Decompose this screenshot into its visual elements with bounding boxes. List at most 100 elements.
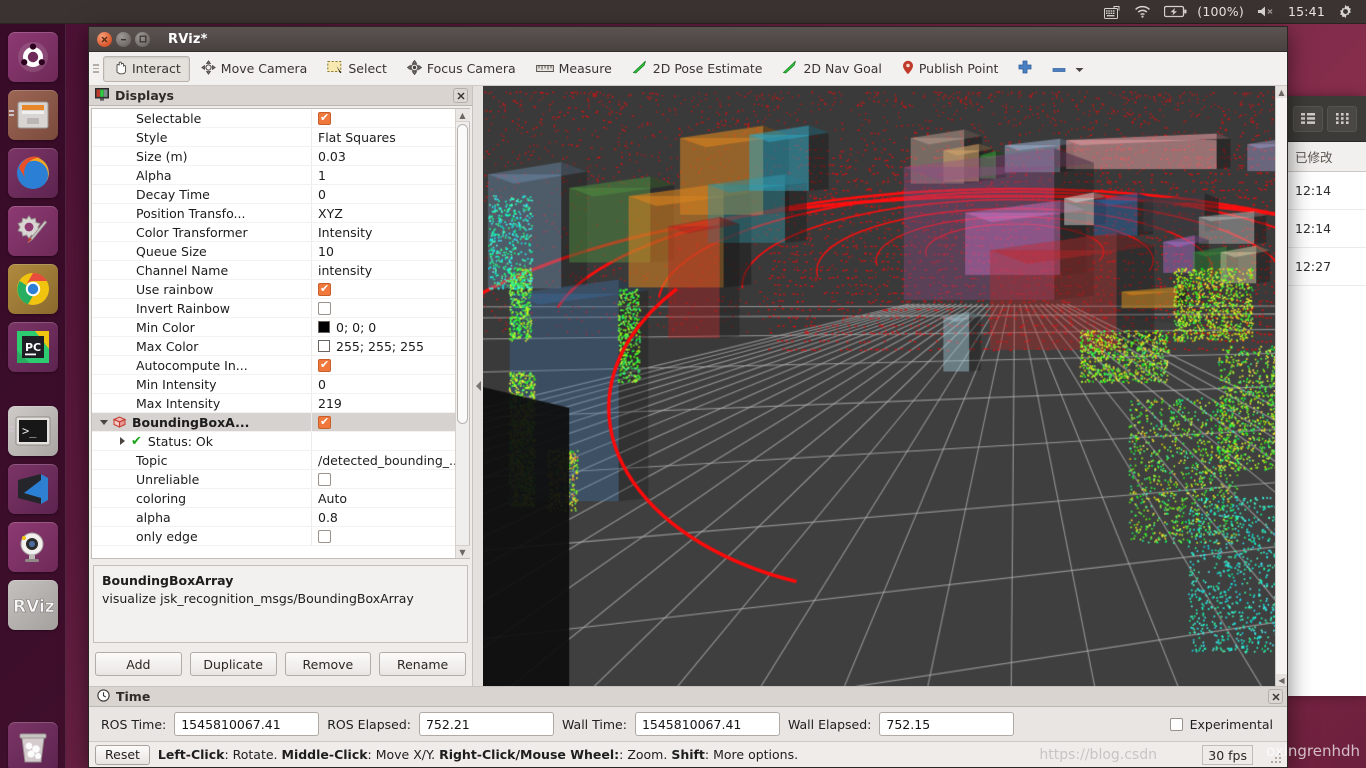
chevron-right-icon[interactable]	[120, 437, 125, 445]
add-tool-button[interactable]	[1009, 56, 1041, 82]
experimental-checkbox[interactable]	[1170, 718, 1183, 731]
window-titlebar[interactable]: RViz*	[89, 27, 1287, 52]
launcher-item-trash[interactable]	[8, 722, 58, 768]
chevron-down-icon[interactable]	[100, 420, 108, 425]
launcher-item-cheese-webcam[interactable]	[8, 522, 58, 572]
minimize-icon[interactable]	[116, 32, 131, 47]
property-row[interactable]: Max Color 255; 255; 255	[92, 337, 455, 356]
property-row[interactable]: Style Flat Squares	[92, 128, 455, 147]
experimental-toggle[interactable]: Experimental	[1170, 717, 1279, 732]
property-row[interactable]: alpha 0.8	[92, 508, 455, 527]
ros-elapsed-input[interactable]: 752.21	[419, 712, 554, 736]
launcher-item-firefox[interactable]	[8, 148, 58, 198]
close-icon[interactable]	[97, 32, 112, 47]
property-value-cell[interactable]: Flat Squares	[312, 128, 455, 146]
remove-tool-button[interactable]	[1043, 56, 1093, 82]
file-row[interactable]: 12:14	[1287, 210, 1366, 248]
displays-dock-title[interactable]: Displays	[89, 86, 472, 106]
property-checkbox[interactable]	[318, 530, 331, 543]
property-row[interactable]: Size (m) 0.03	[92, 147, 455, 166]
property-value-cell[interactable]	[312, 109, 455, 127]
property-row[interactable]: Selectable	[92, 109, 455, 128]
scrollbar-track[interactable]	[456, 122, 469, 545]
property-checkbox[interactable]	[318, 283, 331, 296]
battery-icon[interactable]: (100%)	[1164, 4, 1244, 19]
add-button[interactable]: Add	[95, 652, 182, 676]
launcher-item-system-settings[interactable]	[8, 206, 58, 256]
file-manager-window[interactable]: 已修改 12:14 12:14 12:27	[1286, 96, 1366, 696]
clock-label[interactable]: 15:41	[1288, 4, 1325, 19]
displays-scrollbar[interactable]: ▲ ▼	[455, 109, 469, 558]
render-view-3d[interactable]	[483, 86, 1275, 686]
property-row[interactable]: Invert Rainbow	[92, 299, 455, 318]
property-value-cell[interactable]: 219	[312, 394, 455, 412]
ros-time-input[interactable]: 1545810067.41	[174, 712, 319, 736]
tool-move-camera[interactable]: Move Camera	[192, 56, 317, 82]
property-row[interactable]: only edge	[92, 527, 455, 546]
right-splitter-scroll[interactable]: ▲ ◀	[1275, 86, 1287, 686]
scroll-up-icon[interactable]: ▲	[456, 109, 470, 122]
close-icon[interactable]	[453, 88, 468, 103]
property-value-cell[interactable]	[312, 280, 455, 298]
property-value-cell[interactable]: Intensity	[312, 223, 455, 241]
time-dock-title[interactable]: Time	[89, 687, 1287, 707]
property-value-cell[interactable]	[312, 299, 455, 317]
property-value-cell[interactable]	[312, 413, 455, 431]
property-value-cell[interactable]: 0.8	[312, 508, 455, 526]
property-row[interactable]: Min Color 0; 0; 0	[92, 318, 455, 337]
launcher-item-terminal[interactable]: >_	[8, 406, 58, 456]
toolbar-grip[interactable]	[93, 61, 101, 77]
rename-button[interactable]: Rename	[379, 652, 466, 676]
property-value-cell[interactable]: XYZ	[312, 204, 455, 222]
duplicate-button[interactable]: Duplicate	[190, 652, 277, 676]
launcher-item-files[interactable]	[8, 90, 58, 140]
property-value-cell[interactable]: Auto	[312, 489, 455, 507]
property-value-cell[interactable]: 0	[312, 375, 455, 393]
tool-focus-camera[interactable]: Focus Camera	[398, 56, 525, 82]
property-checkbox[interactable]	[318, 112, 331, 125]
tool-select[interactable]: Select	[318, 56, 396, 82]
pointcloud-canvas[interactable]	[483, 86, 1275, 686]
keyboard-icon[interactable]	[1104, 5, 1121, 19]
launcher-item-chrome[interactable]	[8, 264, 58, 314]
property-row[interactable]: Alpha 1	[92, 166, 455, 185]
property-value-cell[interactable]: 0.03	[312, 147, 455, 165]
property-row[interactable]: BoundingBoxA...	[92, 413, 455, 432]
property-row[interactable]: Autocompute In...	[92, 356, 455, 375]
property-value-cell[interactable]: 0; 0; 0	[312, 318, 455, 336]
property-row[interactable]: Decay Time 0	[92, 185, 455, 204]
tool-measure[interactable]: Measure	[527, 56, 621, 82]
property-row[interactable]: coloring Auto	[92, 489, 455, 508]
property-value-cell[interactable]	[312, 470, 455, 488]
tool-publish-point[interactable]: Publish Point	[893, 56, 1008, 82]
property-row[interactable]: Color Transformer Intensity	[92, 223, 455, 242]
tool-2d-nav-goal[interactable]: 2D Nav Goal	[773, 56, 890, 82]
gear-icon[interactable]	[1338, 4, 1353, 19]
property-value-cell[interactable]: 0	[312, 185, 455, 203]
scrollbar-track[interactable]	[1276, 98, 1287, 674]
property-value-cell[interactable]: 1	[312, 166, 455, 184]
left-splitter-handle[interactable]	[473, 86, 483, 686]
property-value-cell[interactable]	[312, 356, 455, 374]
chevron-down-icon[interactable]	[1075, 61, 1084, 76]
property-row[interactable]: ✔ Status: Ok	[92, 432, 455, 451]
property-row[interactable]: Channel Name intensity	[92, 261, 455, 280]
property-row[interactable]: Unreliable	[92, 470, 455, 489]
grid-view-icon[interactable]	[1327, 106, 1357, 132]
scroll-down-icon[interactable]: ◀	[1276, 674, 1287, 686]
launcher-item-vscode[interactable]	[8, 464, 58, 514]
file-row[interactable]: 12:14	[1287, 172, 1366, 210]
wall-time-input[interactable]: 1545810067.41	[635, 712, 780, 736]
property-value-cell[interactable]	[312, 527, 455, 545]
launcher-item-pycharm[interactable]: PC	[8, 322, 58, 372]
tool-interact[interactable]: Interact	[103, 56, 190, 82]
property-value-cell[interactable]: 10	[312, 242, 455, 260]
color-swatch[interactable]	[318, 321, 330, 333]
property-row[interactable]: Position Transfo... XYZ	[92, 204, 455, 223]
property-row[interactable]: Max Intensity 219	[92, 394, 455, 413]
tool-2d-pose-estimate[interactable]: 2D Pose Estimate	[623, 56, 772, 82]
remove-button[interactable]: Remove	[285, 652, 372, 676]
file-row[interactable]: 12:27	[1287, 248, 1366, 286]
reset-button[interactable]: Reset	[95, 745, 150, 765]
property-checkbox[interactable]	[318, 473, 331, 486]
